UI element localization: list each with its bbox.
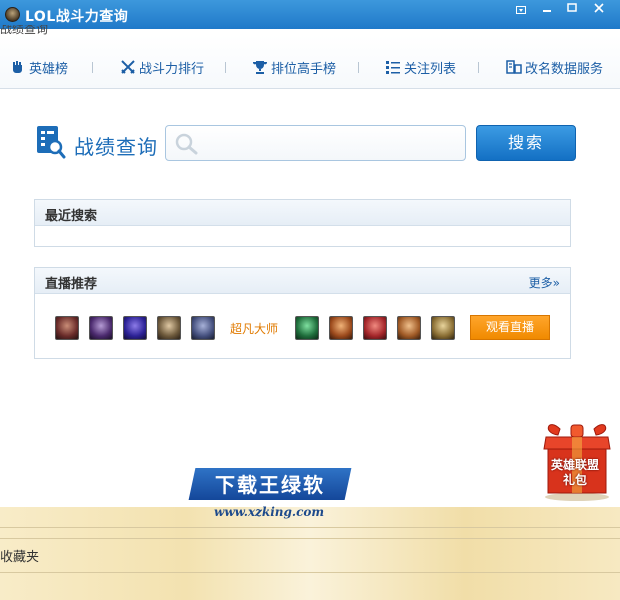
hero-avatar[interactable] — [55, 316, 79, 340]
nav-item-follow-list[interactable]: 关注列表 — [385, 57, 456, 77]
hero-avatar[interactable] — [157, 316, 181, 340]
streamer-name[interactable]: 超凡大师 — [230, 320, 278, 337]
trophy-icon — [253, 61, 267, 74]
gift-label-line2: 礼包 — [562, 473, 587, 487]
nav-item-label: 战斗力排行 — [139, 61, 205, 77]
record-search-icon — [37, 126, 66, 159]
hero-avatar[interactable] — [123, 316, 147, 340]
search-field-container[interactable] — [165, 125, 466, 161]
nav-divider — [92, 62, 93, 73]
hero-avatar[interactable] — [363, 316, 387, 340]
hero-avatar[interactable] — [89, 316, 113, 340]
menu-dropdown-button[interactable] — [510, 3, 532, 17]
maximize-icon — [567, 3, 577, 12]
favorites-label[interactable]: 收藏夹 — [0, 546, 39, 565]
nav-item-rename-data[interactable]: 改名数据服务 — [506, 57, 603, 77]
search-input[interactable] — [202, 132, 457, 154]
watermark-url: www.xzking.com — [214, 505, 325, 519]
fist-icon — [13, 61, 22, 73]
title-bar: LOL战斗力查询 — [0, 0, 620, 29]
live-recommend-panel: 直播推荐 更多» 超凡大师 观看直播 — [34, 267, 571, 359]
divider — [0, 527, 620, 528]
panel-header: 直播推荐 更多» — [35, 268, 570, 294]
close-button[interactable] — [588, 3, 610, 17]
recent-searches-panel: 最近搜索 — [34, 199, 571, 247]
nav-item-label: 关注列表 — [404, 61, 457, 77]
rename-data-icon — [506, 60, 522, 74]
clipped-label: 战绩查询 — [0, 25, 49, 35]
window-title: LOL战斗力查询 — [25, 9, 129, 25]
search-section-label: 战绩查询 — [74, 135, 158, 159]
hero-avatar[interactable] — [431, 316, 455, 340]
gift-package-promo[interactable]: 英雄联盟 礼包 — [538, 415, 616, 501]
list-icon — [386, 61, 400, 74]
more-link[interactable]: 更多» — [529, 274, 560, 291]
bottom-bar — [0, 507, 620, 600]
hero-avatar[interactable] — [295, 316, 319, 340]
nav-divider — [358, 62, 359, 73]
nav-item-ranked-masters[interactable]: 排位高手榜 — [252, 57, 336, 77]
gift-label-line1: 英雄联盟 — [550, 458, 599, 472]
app-logo-icon — [5, 7, 20, 22]
nav-divider — [478, 62, 479, 73]
maximize-button[interactable] — [561, 3, 583, 17]
nav-item-label: 改名数据服务 — [525, 61, 604, 77]
nav-item-power-ranking[interactable]: 战斗力排行 — [120, 57, 204, 77]
divider — [0, 538, 620, 539]
nav-item-label: 排位高手榜 — [271, 61, 337, 77]
divider — [0, 572, 620, 573]
crossed-swords-icon — [121, 60, 135, 74]
search-icon — [175, 133, 198, 155]
search-button[interactable]: 搜索 — [476, 125, 576, 161]
hero-avatar[interactable] — [329, 316, 353, 340]
nav-item-label: 英雄榜 — [29, 61, 69, 77]
panel-title: 最近搜索 — [45, 209, 98, 224]
hero-avatar[interactable] — [191, 316, 215, 340]
panel-title: 直播推荐 — [45, 277, 98, 292]
panel-header: 最近搜索 — [35, 200, 570, 226]
close-icon — [594, 3, 604, 13]
watermark-title: 下载王绿软 — [215, 473, 325, 497]
nav-divider — [225, 62, 226, 73]
hero-avatar[interactable] — [397, 316, 421, 340]
minimize-icon — [543, 10, 551, 12]
watch-live-button[interactable]: 观看直播 — [470, 315, 550, 340]
nav-item-hero-rank[interactable]: 英雄榜 — [10, 57, 68, 77]
minimize-button[interactable] — [536, 3, 558, 17]
nav-bar: 英雄榜 战斗力排行 排位高手榜 关注列表 改名数据服务 — [0, 35, 620, 89]
gift-label: 英雄联盟 礼包 — [538, 458, 612, 488]
